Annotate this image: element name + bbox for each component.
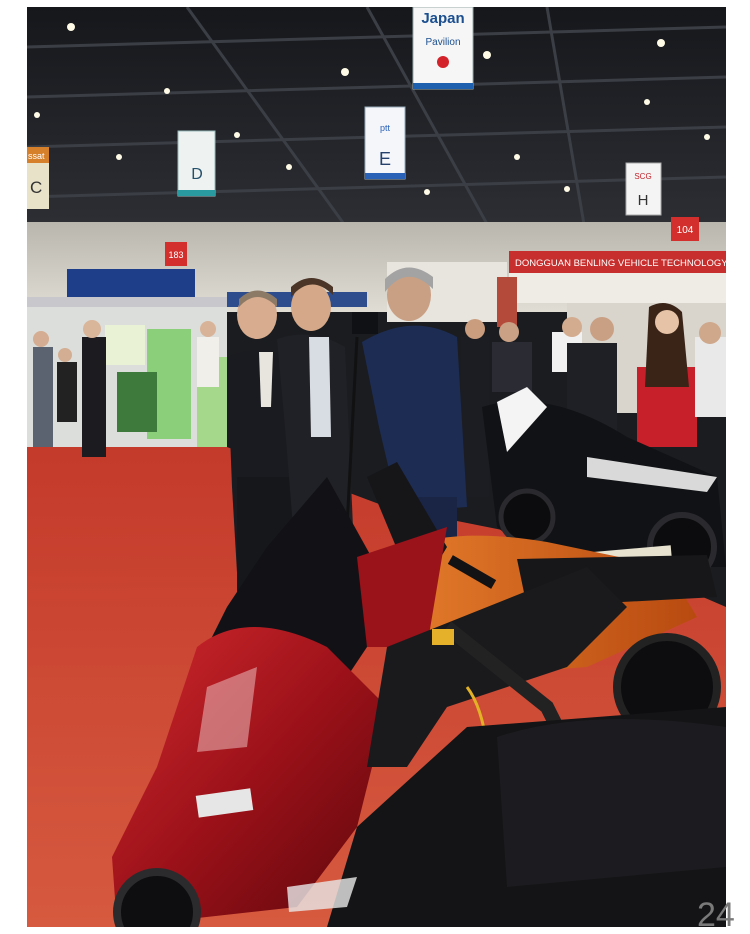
svg-text:SCG: SCG <box>634 172 651 181</box>
svg-text:183: 183 <box>168 250 183 260</box>
booth-number-183: 183 <box>165 242 187 266</box>
company-banner: DONGGUAN BENLING VEHICLE TECHNOLOGY <box>509 251 726 303</box>
sign-japan-pavilion: Japan Pavilion <box>412 7 474 90</box>
svg-text:Japan: Japan <box>421 10 464 27</box>
svg-text:C: C <box>30 178 42 197</box>
svg-text:H: H <box>638 192 649 209</box>
svg-text:DONGGUAN BENLING VEHICLE TECHN: DONGGUAN BENLING VEHICLE TECHNOLOGY <box>515 258 726 269</box>
sign-hall-d: D <box>177 130 216 197</box>
svg-text:E: E <box>379 149 391 169</box>
svg-text:ssat: ssat <box>28 151 45 161</box>
svg-text:ptt: ptt <box>380 123 391 133</box>
booth-number-104: 104 <box>671 217 699 241</box>
sign-hall-h: SCG H <box>625 162 662 216</box>
svg-text:D: D <box>191 166 203 183</box>
sign-hall-e: ptt E <box>364 106 406 180</box>
sign-hall-c: ssat C <box>27 147 49 209</box>
svg-text:Pavilion: Pavilion <box>425 37 460 48</box>
exhibition-photo: Japan Pavilion ssat C D ptt E SCG H 183 … <box>27 7 726 927</box>
svg-text:104: 104 <box>677 225 694 236</box>
page-number: 24 <box>697 896 735 934</box>
